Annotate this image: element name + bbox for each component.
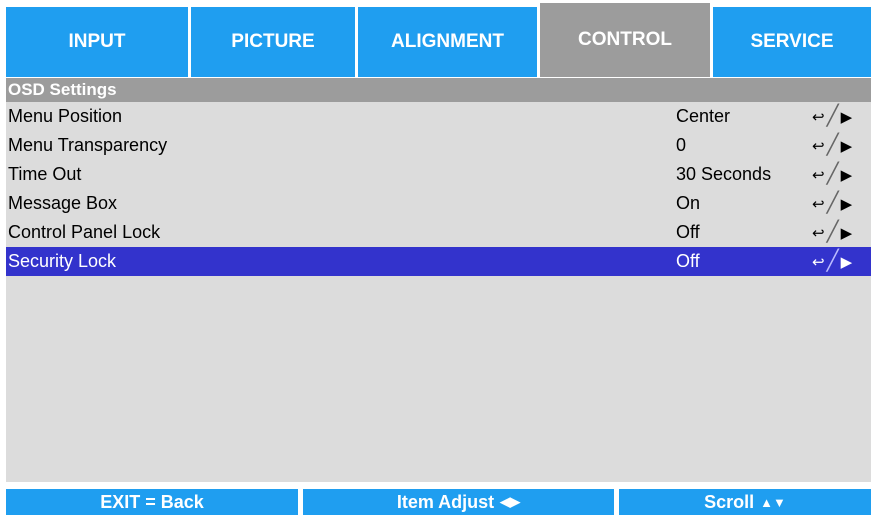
tab-service[interactable]: SERVICE — [713, 7, 871, 77]
row-controls: ↩ ╱ ▶ — [812, 247, 871, 277]
row-control-panel-lock[interactable]: Control Panel Lock Off ↩ ╱ ▶ — [6, 218, 871, 247]
enter-icon: ↩ — [812, 138, 825, 155]
arrow-right-icon: ▶ — [840, 109, 853, 126]
section-header: OSD Settings — [6, 78, 871, 102]
row-label: Security Lock — [8, 251, 117, 271]
row-controls: ↩ ╱ ▶ — [812, 160, 871, 190]
slash-divider: ╱ — [826, 163, 839, 185]
row-time-out[interactable]: Time Out 30 Seconds ↩ ╱ ▶ — [6, 160, 871, 189]
tab-input[interactable]: INPUT — [6, 7, 188, 77]
tab-control[interactable]: CONTROL — [540, 3, 710, 77]
row-controls: ↩ ╱ ▶ — [812, 189, 871, 219]
up-down-arrows-icon: ▲▼ — [760, 494, 786, 510]
row-controls: ↩ ╱ ▶ — [812, 131, 871, 161]
row-value: 30 Seconds — [676, 164, 772, 184]
row-controls: ↩ ╱ ▶ — [812, 102, 871, 132]
row-value: 0 — [676, 135, 687, 155]
enter-icon: ↩ — [812, 225, 825, 242]
arrow-right-icon: ▶ — [840, 138, 853, 155]
row-value: Off — [676, 251, 700, 271]
enter-icon: ↩ — [812, 167, 825, 184]
row-value: Off — [676, 222, 700, 242]
arrow-right-icon: ▶ — [840, 225, 853, 242]
enter-icon: ↩ — [812, 254, 825, 271]
exit-back-button[interactable]: EXIT = Back — [6, 489, 298, 515]
footer-bar: EXIT = Back Item Adjust ◀▶ Scroll ▲▼ — [6, 489, 871, 515]
row-message-box[interactable]: Message Box On ↩ ╱ ▶ — [6, 189, 871, 218]
slash-divider: ╱ — [826, 192, 839, 214]
slash-divider: ╱ — [826, 221, 839, 243]
arrow-right-icon: ▶ — [840, 254, 853, 271]
menu-tabs: INPUT PICTURE ALIGNMENT CONTROL SERVICE — [6, 3, 871, 80]
row-menu-transparency[interactable]: Menu Transparency 0 ↩ ╱ ▶ — [6, 131, 871, 160]
row-value: On — [676, 193, 701, 213]
tab-alignment[interactable]: ALIGNMENT — [358, 7, 537, 77]
slash-divider: ╱ — [826, 250, 839, 272]
row-label: Message Box — [8, 193, 118, 213]
row-security-lock[interactable]: Security Lock Off ↩ ╱ ▶ — [6, 247, 871, 276]
settings-panel: OSD Settings Menu Position Center ↩ ╱ ▶ Me… — [6, 78, 871, 482]
scroll-label: Scroll — [704, 491, 755, 512]
item-adjust-hint: Item Adjust ◀▶ — [303, 489, 614, 515]
arrow-right-icon: ▶ — [840, 167, 853, 184]
scroll-hint: Scroll ▲▼ — [619, 489, 871, 515]
row-label: Control Panel Lock — [8, 222, 161, 242]
enter-icon: ↩ — [812, 196, 825, 213]
slash-divider: ╱ — [826, 105, 839, 127]
row-label: Menu Position — [8, 106, 123, 126]
row-controls: ↩ ╱ ▶ — [812, 218, 871, 248]
left-right-arrows-icon: ◀▶ — [500, 494, 521, 509]
enter-icon: ↩ — [812, 109, 825, 126]
row-label: Menu Transparency — [8, 135, 168, 155]
adjust-label: Item Adjust — [396, 491, 495, 512]
row-menu-position[interactable]: Menu Position Center ↩ ╱ ▶ — [6, 102, 871, 131]
slash-divider: ╱ — [826, 134, 839, 156]
row-label: Time Out — [8, 164, 82, 184]
tab-picture[interactable]: PICTURE — [191, 7, 355, 77]
exit-label: EXIT = Back — [100, 491, 204, 512]
arrow-right-icon: ▶ — [840, 196, 853, 213]
row-value: Center — [676, 106, 731, 126]
